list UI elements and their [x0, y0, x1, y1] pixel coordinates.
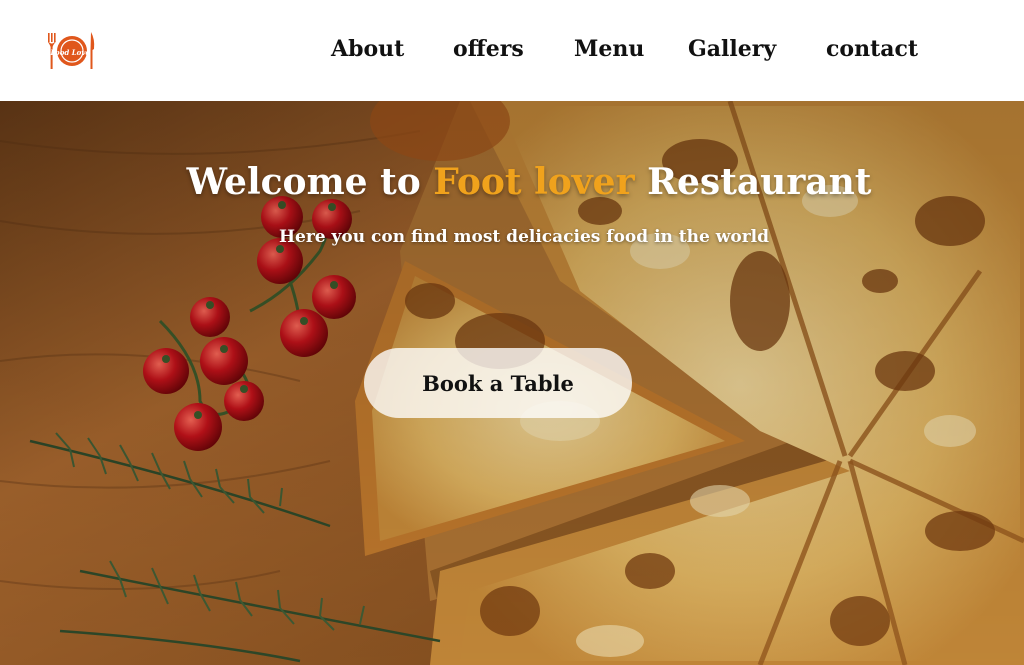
nav-about[interactable]: About: [331, 36, 404, 62]
nav-offers[interactable]: offers: [453, 36, 524, 62]
nav-menu[interactable]: Menu: [574, 36, 644, 62]
site-header: Food Lover About offers Menu Gallery con…: [0, 0, 1024, 101]
hero-subtitle: Here you con find most delicacies food i…: [278, 227, 770, 247]
hero-title-prefix: Welcome to: [186, 161, 421, 203]
hero-title-suffix: Restaurant: [647, 161, 872, 203]
hero-title: Welcome to Foot lover Restaurant: [0, 161, 1024, 203]
hero-section: Welcome to Foot lover Restaurant Here yo…: [0, 101, 1024, 665]
hero-title-accent: Foot lover: [433, 161, 635, 203]
nav-contact[interactable]: contact: [826, 36, 918, 62]
nav-gallery[interactable]: Gallery: [688, 36, 776, 62]
main-nav: About offers Menu Gallery contact: [0, 0, 1024, 101]
book-table-button[interactable]: Book a Table: [364, 348, 632, 418]
